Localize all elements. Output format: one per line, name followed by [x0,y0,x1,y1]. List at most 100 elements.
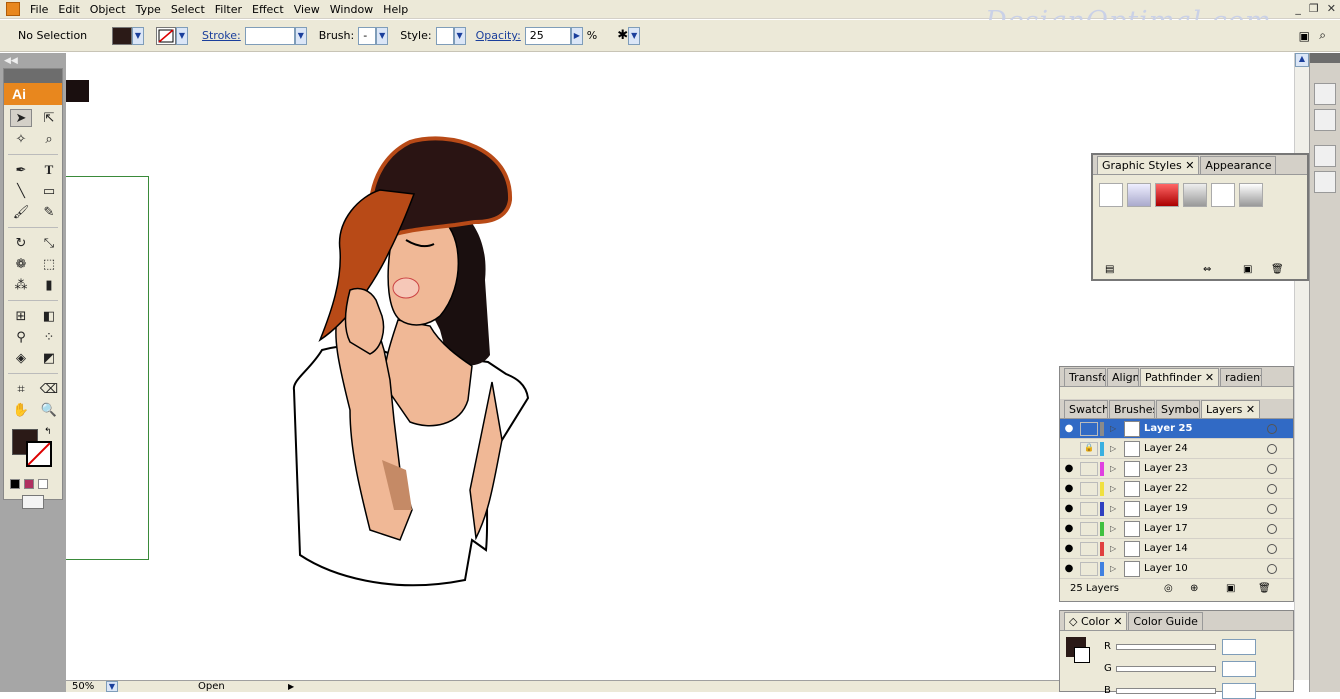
opacity-label[interactable]: Opacity: [476,29,521,42]
hand-tool-icon[interactable]: ✋ [10,401,32,419]
layer-name[interactable]: Layer 17 [1144,523,1267,534]
warp-tool-icon[interactable]: ❁ [10,255,32,273]
mesh-tool-icon[interactable]: ⊞ [10,307,32,325]
zoom-dropdown[interactable]: ▼ [106,681,118,692]
layer-name[interactable]: Layer 25 [1144,423,1267,434]
target-icon[interactable] [1267,423,1277,434]
layer-name[interactable]: Layer 24 [1144,443,1267,454]
tools-header[interactable] [4,69,62,83]
delete-style-icon[interactable]: 🗑 [1271,264,1284,275]
visibility-icon[interactable]: ● [1060,543,1078,554]
appearance-panel-icon[interactable] [1314,171,1336,193]
scroll-up-arrow[interactable]: ▲ [1295,53,1309,67]
brush-field[interactable]: - [358,26,377,45]
menu-effect[interactable]: Effect [248,3,290,16]
layer-name[interactable]: Layer 23 [1144,463,1267,474]
transparency-panel-icon[interactable] [1314,109,1336,131]
expand-icon[interactable]: ▷ [1110,504,1120,513]
color-mode-icon[interactable] [10,479,20,489]
menu-object[interactable]: Object [86,3,132,16]
menu-select[interactable]: Select [167,3,211,16]
stroke-weight-field[interactable] [244,26,295,45]
lock-toggle[interactable] [1080,421,1098,436]
stroke-swatch[interactable] [156,26,176,45]
tab-graphic-styles[interactable]: Graphic Styles ✕ [1097,156,1200,174]
menu-edit[interactable]: Edit [54,3,85,16]
lock-toggle[interactable] [1080,481,1098,496]
tab-align[interactable]: Align [1107,368,1139,386]
layer-row[interactable]: ● ▷ Layer 25 [1060,419,1293,439]
visibility-icon[interactable]: ● [1060,563,1078,574]
layer-name[interactable]: Layer 14 [1144,543,1267,554]
brush-dropdown[interactable]: ▼ [376,26,389,45]
g-slider[interactable] [1116,666,1216,672]
recolor-dropdown[interactable]: ▼ [628,26,641,45]
g-value[interactable] [1222,661,1256,677]
style-swatch[interactable] [1155,183,1179,207]
lock-toggle[interactable] [1080,561,1098,576]
stroke-dropdown[interactable]: ▼ [176,26,188,45]
blend-tool-icon[interactable]: ⁘ [38,328,60,346]
opacity-field[interactable]: 25 [524,26,571,45]
menu-view[interactable]: View [290,3,326,16]
expand-icon[interactable]: ▷ [1110,464,1120,473]
dock-header[interactable] [1310,53,1340,63]
eyedropper-tool-icon[interactable]: ⚲ [10,328,32,346]
live-paint-selection-tool-icon[interactable]: ◩ [38,349,60,367]
rectangle-tool-icon[interactable]: ▭ [38,182,60,200]
fill-dropdown[interactable]: ▼ [132,26,144,45]
target-icon[interactable] [1267,443,1277,454]
style-swatch[interactable] [1239,183,1263,207]
gradient-tool-icon[interactable]: ◧ [38,307,60,325]
search-icon[interactable]: ⌕ [1319,28,1326,43]
selection-tool-icon[interactable]: ➤ [10,109,32,127]
line-tool-icon[interactable]: ╲ [10,182,32,200]
tab-color[interactable]: ◇ Color ✕ [1064,612,1128,630]
b-value[interactable] [1222,683,1256,699]
lock-toggle[interactable] [1080,501,1098,516]
r-slider[interactable] [1116,644,1216,650]
layer-name[interactable]: Layer 19 [1144,503,1267,514]
lasso-tool-icon[interactable]: ⌕ [38,130,60,148]
direct-selection-tool-icon[interactable]: ⇱ [38,109,60,127]
layer-name[interactable]: Layer 22 [1144,483,1267,494]
expand-icon[interactable]: ▷ [1110,424,1120,433]
tab-brushes[interactable]: Brushes [1109,400,1155,418]
expand-icon[interactable]: ▷ [1110,544,1120,553]
layer-row[interactable]: 🔒 ▷ Layer 24 [1060,439,1293,459]
style-swatch[interactable] [1211,183,1235,207]
close-button[interactable]: ✕ [1327,2,1336,15]
lock-toggle[interactable] [1080,521,1098,536]
menu-file[interactable]: File [26,3,54,16]
scale-tool-icon[interactable]: ⤡ [38,234,60,252]
none-mode-icon[interactable] [38,479,48,489]
live-paint-tool-icon[interactable]: ◈ [10,349,32,367]
gradient-mode-icon[interactable] [24,479,34,489]
bridge-icon[interactable]: ▣ [1299,29,1310,43]
new-sublayer-icon[interactable]: ⊕ [1190,583,1198,594]
graph-tool-icon[interactable]: ▮ [38,276,60,294]
pencil-tool-icon[interactable]: ✎ [38,203,60,221]
style-libraries-icon[interactable]: ▤ [1105,264,1114,275]
restore-button[interactable]: ❐ [1309,2,1319,15]
expand-icon[interactable]: ▷ [1110,564,1120,573]
visibility-icon[interactable]: ● [1060,503,1078,514]
expand-icon[interactable]: ▷ [1110,524,1120,533]
make-clipping-mask-icon[interactable]: ◎ [1164,583,1173,594]
layer-name[interactable]: Layer 10 [1144,563,1267,574]
layer-row[interactable]: ● ▷ Layer 14 [1060,539,1293,559]
expand-icon[interactable]: ▷ [1110,444,1120,453]
visibility-icon[interactable]: ● [1060,463,1078,474]
target-icon[interactable] [1267,563,1277,574]
target-icon[interactable] [1267,523,1277,534]
visibility-icon[interactable]: ● [1060,423,1078,434]
tab-transform[interactable]: Transfo [1064,368,1106,386]
r-value[interactable] [1222,639,1256,655]
menu-help[interactable]: Help [379,3,414,16]
magic-wand-tool-icon[interactable]: ✧ [10,130,32,148]
target-icon[interactable] [1267,503,1277,514]
recolor-icon[interactable]: ✱ [617,28,628,43]
stroke-panel-icon[interactable] [1314,83,1336,105]
menu-type[interactable]: Type [132,3,167,16]
free-transform-tool-icon[interactable]: ⬚ [38,255,60,273]
